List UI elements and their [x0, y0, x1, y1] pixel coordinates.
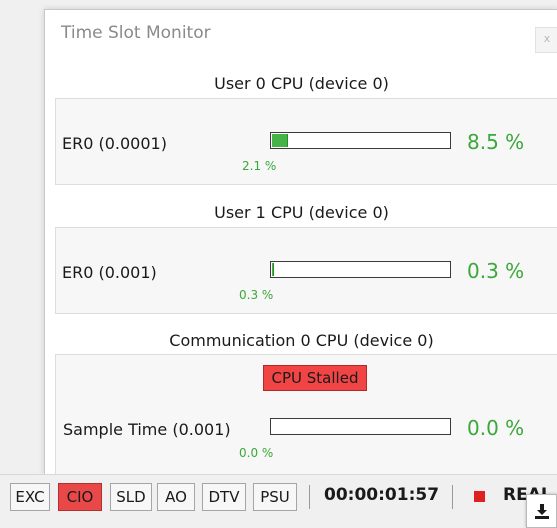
status-separator: [309, 485, 310, 509]
close-button[interactable]: x: [535, 27, 557, 53]
red-square-icon: [474, 491, 485, 502]
row-label: Sample Time (0.001): [63, 420, 231, 439]
cpu-progress-fill: [272, 263, 274, 276]
cpu-percent: 0.0 %: [467, 416, 525, 440]
window-titlebar[interactable]: Time Slot Monitor x: [45, 10, 557, 60]
ao-button[interactable]: AO: [157, 483, 195, 511]
cpu-group-user0: ER0 (0.0001) 8.5 % 2.1 %: [55, 98, 557, 185]
section-title-user0: User 0 CPU (device 0): [214, 74, 389, 93]
dtv-button[interactable]: DTV: [202, 483, 246, 511]
cpu-group-user1: ER0 (0.001) 0.3 % 0.3 %: [55, 227, 557, 314]
status-bar: EXC CIO SLD AO DTV PSU 00:00:01:57 REAL: [0, 474, 557, 528]
section-title-comm0: Communication 0 CPU (device 0): [169, 331, 434, 350]
row-label: ER0 (0.0001): [62, 134, 167, 153]
download-icon: [535, 504, 549, 519]
cpu-group-comm0: CPU Stalled Sample Time (0.001) 0.0 % 0.…: [55, 354, 557, 475]
elapsed-timer: 00:00:01:57: [324, 485, 440, 505]
cpu-stalled-badge: CPU Stalled: [263, 365, 367, 391]
cpu-sub-percent: 2.1 %: [242, 159, 277, 173]
window-title: Time Slot Monitor: [61, 23, 211, 43]
status-separator: [452, 485, 453, 509]
cpu-percent: 8.5 %: [467, 130, 525, 154]
section-title-user1: User 1 CPU (device 0): [214, 203, 389, 222]
cpu-progress-bar: [270, 418, 451, 435]
cpu-sub-percent: 0.0 %: [239, 446, 274, 460]
sld-button[interactable]: SLD: [110, 483, 152, 511]
cio-button[interactable]: CIO: [58, 483, 102, 511]
cpu-percent: 0.3 %: [467, 259, 525, 283]
desktop: Time Slot Monitor x User 0 CPU (device 0…: [0, 0, 557, 528]
cpu-progress-bar: [270, 261, 451, 278]
cpu-progress-fill: [272, 134, 288, 147]
download-button[interactable]: [526, 494, 557, 528]
row-label: ER0 (0.001): [62, 263, 157, 282]
cpu-progress-bar: [270, 132, 451, 149]
exc-button[interactable]: EXC: [10, 483, 50, 511]
cpu-sub-percent: 0.3 %: [239, 288, 274, 302]
psu-button[interactable]: PSU: [253, 483, 297, 511]
time-slot-monitor-window: Time Slot Monitor x User 0 CPU (device 0…: [44, 9, 557, 475]
